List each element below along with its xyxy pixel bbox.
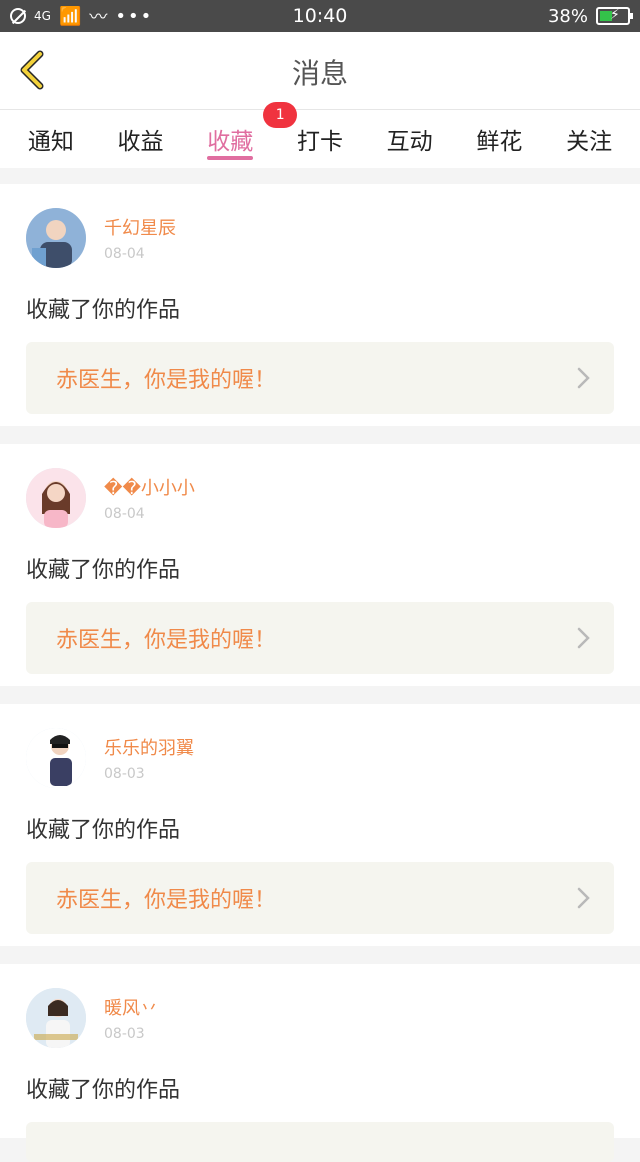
work-link[interactable]: 赤医生，你是我的喔！ [26,342,614,414]
card-header: ��小小小 08-04 [26,468,614,528]
work-link[interactable]: 赤医生，你是我的喔！ [26,602,614,674]
tab-income[interactable]: 收益 [110,110,172,168]
top-header: 消息 [0,32,640,110]
avatar-image [26,988,86,1048]
date: 08-04 [104,506,145,522]
tab-label: 互动 [386,129,433,155]
username[interactable]: 暖风丷 [104,994,158,1020]
list-item: ��小小小 08-04 收藏了你的作品 赤医生，你是我的喔！ [0,444,640,686]
card-header: 暖风丷 08-03 [26,988,614,1048]
notification-feed: 千幻星辰 08-04 收藏了你的作品 赤医生，你是我的喔！ ��小小小 08-0… [0,184,640,1162]
tab-label: 收藏 [207,129,254,155]
wifi-icon: 〰 [89,7,108,28]
signal-label: 4G [34,9,51,23]
tab-label: 收益 [117,129,164,155]
tab-label: 打卡 [296,129,343,155]
action-text: 收藏了你的作品 [26,1078,181,1103]
user-meta: 暖风丷 08-03 [104,988,158,1042]
work-title: 赤医生，你是我的喔！ [56,628,277,653]
list-item: 乐乐的羽翼 08-03 收藏了你的作品 赤医生，你是我的喔！ [0,704,640,946]
battery-icon: ⚡ [596,7,633,25]
avatar[interactable] [26,988,86,1048]
chevron-right-icon [576,626,592,650]
status-bar: 4G 📶 〰 ••• 10:40 38% ⚡ [0,0,640,32]
signal-bars-icon: 📶 [58,5,82,27]
user-meta: 千幻星辰 08-04 [104,208,176,262]
tab-flowers[interactable]: 鲜花 [468,110,530,168]
work-link[interactable]: 赤医生，你是我的喔！ [26,862,614,934]
action-text: 收藏了你的作品 [26,818,181,843]
avatar-image [26,208,86,268]
tab-checkin[interactable]: 打卡 [289,110,351,168]
username[interactable]: ��小小小 [104,474,195,500]
tab-notice[interactable]: 通知 [20,110,82,168]
date: 08-04 [104,246,145,262]
list-item: 千幻星辰 08-04 收藏了你的作品 赤医生，你是我的喔！ [0,184,640,426]
username[interactable]: 千幻星辰 [104,214,176,240]
action-text: 收藏了你的作品 [26,298,181,323]
username[interactable]: 乐乐的羽翼 [104,734,194,760]
do-not-disturb-icon [10,8,26,24]
chevron-right-icon [576,886,592,910]
page-title: 消息 [291,57,348,90]
avatar[interactable] [26,208,86,268]
work-title: 赤医生，你是我的喔！ [56,888,277,913]
date: 08-03 [104,766,145,782]
avatar-image [26,728,86,788]
user-meta: 乐乐的羽翼 08-03 [104,728,194,782]
avatar-image [26,468,86,528]
list-item: 暖风丷 08-03 收藏了你的作品 [0,964,640,1162]
date: 08-03 [104,1026,145,1042]
status-left: 4G 📶 〰 ••• [10,3,153,29]
charging-bolt-icon: ⚡ [610,7,620,23]
tab-favorites[interactable]: 收藏 1 [199,102,298,168]
card-header: 千幻星辰 08-04 [26,208,614,268]
more-dots-icon: ••• [115,5,154,27]
tab-bar: 通知 收益 收藏 1 打卡 互动 鲜花 关注 [0,102,640,168]
card-header: 乐乐的羽翼 08-03 [26,728,614,788]
battery-percent: 38% [547,5,588,27]
tab-follow[interactable]: 关注 [558,110,620,168]
chevron-right-icon [576,366,592,390]
tab-interactions[interactable]: 互动 [379,110,441,168]
tab-label: 鲜花 [476,129,523,155]
status-right: 38% ⚡ [547,5,633,27]
avatar[interactable] [26,468,86,528]
user-meta: ��小小小 08-04 [104,468,195,522]
tab-label: 关注 [566,129,613,155]
work-link[interactable] [26,1122,614,1162]
tab-label: 通知 [27,129,74,155]
work-title: 赤医生，你是我的喔！ [56,368,277,393]
action-text: 收藏了你的作品 [26,558,181,583]
avatar[interactable] [26,728,86,788]
